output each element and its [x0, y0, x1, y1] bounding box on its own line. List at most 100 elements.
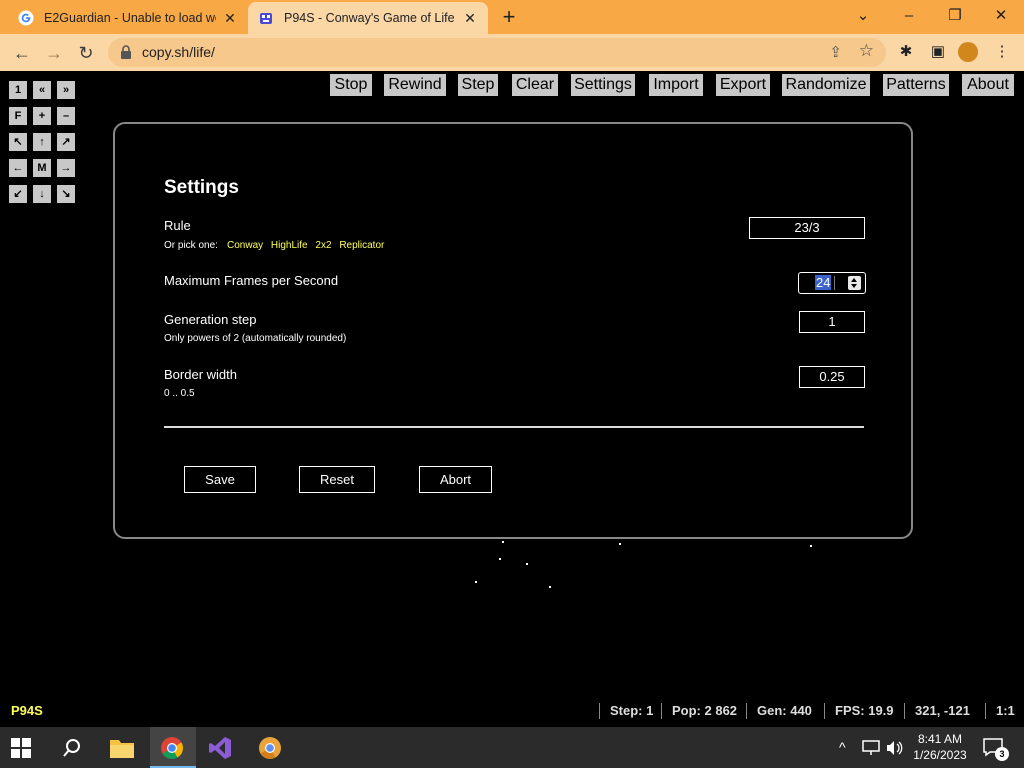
settings-dialog: Settings Rule Or pick one: Conway HighLi… — [113, 122, 913, 539]
preset-replicator-link[interactable]: Replicator — [339, 240, 384, 251]
lock-icon — [121, 45, 131, 59]
coordinate-readout: 321, -121 — [915, 703, 970, 718]
key-slower[interactable]: « — [33, 81, 51, 99]
live-cell — [475, 581, 477, 583]
status-separator — [985, 703, 986, 719]
border-width-label: Border width — [164, 367, 237, 382]
key-up-left[interactable]: ↖ — [9, 133, 27, 151]
key-down-right[interactable]: ↘ — [57, 185, 75, 203]
address-bar[interactable]: copy.sh/life/ ⇪ ☆ — [108, 38, 886, 67]
key-zoom-out[interactable]: – — [57, 107, 75, 125]
extensions-icon[interactable]: ✱ — [894, 40, 918, 64]
zoom-readout: 1:1 — [996, 703, 1015, 718]
minimize-button[interactable]: – — [894, 4, 924, 28]
key-1[interactable]: 1 — [9, 81, 27, 99]
tab-title: P94S - Conway's Game of Life — [284, 11, 455, 25]
clock-date: 1/26/2023 — [913, 748, 967, 762]
live-cell — [810, 545, 812, 547]
divider — [164, 426, 864, 428]
rule-label: Rule — [164, 218, 191, 233]
file-explorer-icon[interactable] — [109, 737, 135, 759]
live-cell — [619, 543, 621, 545]
border-width-hint: 0 .. 0.5 — [164, 388, 195, 399]
live-cell — [526, 563, 528, 565]
back-button[interactable]: ← — [9, 40, 35, 66]
share-icon[interactable]: ⇪ — [829, 43, 842, 61]
text-cursor — [834, 276, 835, 290]
reset-button[interactable]: Reset — [299, 466, 375, 493]
number-spinner-icon[interactable] — [848, 276, 861, 290]
randomize-button[interactable]: Randomize — [782, 74, 870, 96]
key-down-left[interactable]: ↙ — [9, 185, 27, 203]
fps-input[interactable]: 24 — [798, 272, 866, 294]
about-button[interactable]: About — [962, 74, 1014, 96]
menu-icon[interactable]: ⋮ — [990, 40, 1014, 64]
show-hidden-icons-chevron-icon[interactable]: ^ — [839, 739, 846, 755]
bookmark-star-icon[interactable]: ☆ — [859, 41, 874, 61]
chrome-icon[interactable] — [160, 736, 184, 760]
restore-button[interactable]: ❐ — [940, 4, 970, 28]
clock-time: 8:41 AM — [917, 732, 963, 746]
live-cell — [549, 586, 551, 588]
key-faster[interactable]: » — [57, 81, 75, 99]
sidebar-icon[interactable]: ▣ — [926, 40, 950, 64]
new-tab-button[interactable]: + — [498, 6, 520, 28]
browser-tab-game-of-life[interactable]: P94S - Conway's Game of Life ✕ — [248, 2, 488, 34]
network-icon[interactable] — [862, 740, 880, 756]
key-fit[interactable]: F — [9, 107, 27, 125]
key-right[interactable]: → — [57, 159, 75, 177]
game-of-life-page: 1 « » F + – ↖ ↑ ↗ ← M → ↙ ↓ ↘ Stop Rewin… — [0, 71, 1024, 727]
browser-toolbar: ← → ↻ copy.sh/life/ ⇪ ☆ ✱ ▣ ⋮ — [0, 34, 1024, 71]
browser-tab-e2guardian[interactable]: E2Guardian - Unable to load web page ✕ — [8, 2, 248, 34]
key-down[interactable]: ↓ — [33, 185, 51, 203]
preset-2x2-link[interactable]: 2x2 — [315, 240, 331, 251]
url-text: copy.sh/life/ — [142, 44, 215, 60]
visual-studio-icon[interactable] — [208, 736, 232, 760]
key-left[interactable]: ← — [9, 159, 27, 177]
browser-tab-strip: E2Guardian - Unable to load web page ✕ P… — [0, 0, 1024, 34]
generation-step-input[interactable]: 1 — [799, 311, 865, 333]
close-window-button[interactable]: ✕ — [986, 4, 1016, 28]
patterns-button[interactable]: Patterns — [883, 74, 949, 96]
rule-input[interactable]: 23/3 — [749, 217, 865, 239]
windows-start-icon[interactable] — [11, 738, 31, 758]
stop-button[interactable]: Stop — [330, 74, 372, 96]
status-separator — [599, 703, 600, 719]
windows-taskbar: ^ 8:41 AM 1/26/2023 3 — [0, 727, 1024, 768]
chrome-canary-icon[interactable] — [258, 736, 282, 760]
status-separator — [824, 703, 825, 719]
status-separator — [661, 703, 662, 719]
border-width-input[interactable]: 0.25 — [799, 366, 865, 388]
reload-button[interactable]: ↻ — [73, 40, 99, 66]
forward-button[interactable]: → — [41, 40, 67, 66]
settings-title: Settings — [164, 177, 239, 198]
import-button[interactable]: Import — [649, 74, 703, 96]
close-tab-icon[interactable]: ✕ — [222, 10, 238, 26]
notification-count-badge: 3 — [995, 747, 1009, 761]
step-button[interactable]: Step — [458, 74, 498, 96]
system-clock[interactable]: 8:41 AM 1/26/2023 — [907, 731, 973, 763]
live-cell — [499, 558, 501, 560]
step-readout: Step: 1 — [610, 703, 654, 718]
game-of-life-favicon-icon — [260, 13, 272, 24]
preset-highlife-link[interactable]: HighLife — [271, 240, 308, 251]
live-cell — [502, 541, 504, 543]
clear-button[interactable]: Clear — [512, 74, 558, 96]
status-separator — [904, 703, 905, 719]
export-button[interactable]: Export — [716, 74, 770, 96]
key-zoom-in[interactable]: + — [33, 107, 51, 125]
rule-presets: Conway HighLife 2x2 Replicator — [227, 240, 389, 251]
search-icon[interactable] — [62, 738, 82, 758]
close-tab-icon[interactable]: ✕ — [462, 10, 478, 26]
save-button[interactable]: Save — [184, 466, 256, 493]
key-up-right[interactable]: ↗ — [57, 133, 75, 151]
volume-icon[interactable] — [885, 740, 903, 756]
abort-button[interactable]: Abort — [419, 466, 492, 493]
settings-button[interactable]: Settings — [571, 74, 635, 96]
key-up[interactable]: ↑ — [33, 133, 51, 151]
tab-search-chevron-icon[interactable]: ⌄ — [848, 4, 878, 28]
key-middle[interactable]: M — [33, 159, 51, 177]
preset-conway-link[interactable]: Conway — [227, 240, 263, 251]
rewind-button[interactable]: Rewind — [384, 74, 446, 96]
profile-icon[interactable] — [958, 42, 978, 62]
